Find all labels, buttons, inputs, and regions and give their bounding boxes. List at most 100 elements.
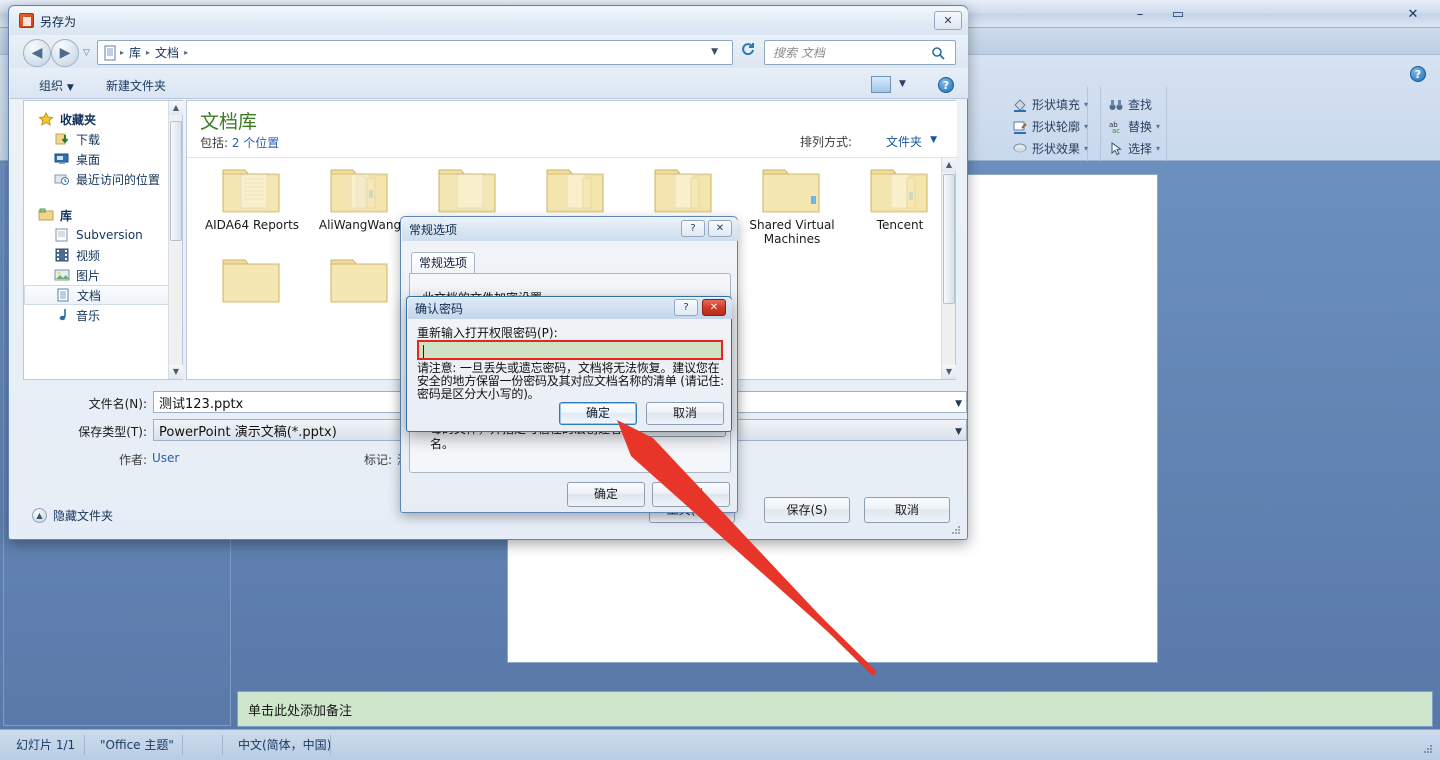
includes-value[interactable]: 2 个位置	[232, 136, 279, 150]
general-options-help-button[interactable]: ?	[681, 220, 705, 237]
arrange-by-caret-icon[interactable]: ▼	[930, 135, 937, 145]
view-mode-caret-icon[interactable]: ▼	[899, 79, 906, 89]
maximize-button[interactable]: ▭	[1163, 6, 1193, 24]
shape-effects-caret-icon[interactable]: ▾	[1084, 144, 1088, 153]
replace-item[interactable]: ab ac 替换 ▾	[1108, 118, 1160, 135]
list-item[interactable]	[523, 162, 629, 218]
sidebar-item-desktop[interactable]: 桌面	[24, 149, 182, 169]
shape-outline-item[interactable]: 形状轮廓 ▾	[1012, 118, 1088, 135]
back-arrow-icon: ◀	[31, 45, 43, 61]
theme-name[interactable]: "Office 主题"	[88, 737, 186, 754]
find-item[interactable]: 查找	[1108, 96, 1152, 113]
save-as-titlebar[interactable]	[10, 7, 968, 35]
nav-group-libraries[interactable]: 库	[24, 205, 182, 225]
list-item[interactable]	[307, 252, 413, 308]
breadcrumb-item-documents[interactable]: 文档	[152, 43, 182, 62]
nav-scroll-down-button[interactable]: ▼	[169, 365, 183, 379]
language-indicator[interactable]: 中文(简体，中国)	[226, 737, 343, 754]
view-mode-icon[interactable]	[871, 76, 891, 93]
sidebar-item-documents[interactable]: 文档	[24, 285, 182, 305]
search-icon[interactable]	[931, 46, 945, 60]
powerpoint-statusbar: 幻灯片 1/1 "Office 主题" 中文(简体，中国) 68% − +	[0, 729, 1440, 760]
list-item[interactable]: AliWangWang	[307, 162, 413, 232]
list-item[interactable]: Shared Virtual Machines	[739, 162, 845, 246]
sidebar-item-recent-places[interactable]: 最近访问的位置	[24, 169, 182, 189]
shape-outline-label: 形状轮廓	[1032, 120, 1081, 134]
file-scrollbar-thumb[interactable]	[943, 174, 955, 304]
organize-button[interactable]: 组织 ▼	[39, 77, 74, 94]
general-options-ok-button[interactable]: 确定	[567, 482, 645, 507]
svg-text:ac: ac	[1112, 127, 1120, 135]
recent-locations-caret-icon[interactable]: ▽	[83, 48, 90, 58]
select-caret-icon[interactable]: ▾	[1156, 144, 1160, 153]
save-button[interactable]: 保存(S)	[764, 497, 850, 523]
list-item[interactable]	[199, 252, 305, 308]
search-box[interactable]	[764, 40, 956, 65]
organize-caret-icon[interactable]: ▼	[67, 83, 74, 93]
filetype-label: 保存类型(T):	[78, 425, 147, 439]
confirm-password-help-button[interactable]: ?	[674, 299, 698, 316]
save-as-close-button[interactable]: ✕	[934, 11, 962, 30]
breadcrumb[interactable]: ▸ 库 ▸ 文档 ▸ ▼	[97, 40, 733, 65]
list-item[interactable]: AIDA64 Reports	[199, 162, 305, 232]
nav-scrollbar-thumb[interactable]	[170, 121, 182, 241]
nav-scroll-up-button[interactable]: ▲	[169, 101, 183, 115]
shape-outline-caret-icon[interactable]: ▾	[1084, 122, 1088, 131]
breadcrumb-separator-1[interactable]: ▸	[146, 48, 150, 57]
pane-help-icon[interactable]: ?	[938, 77, 954, 93]
sidebar-item-subversion[interactable]: Subversion	[24, 225, 182, 245]
file-scroll-down-button[interactable]: ▼	[942, 365, 956, 379]
close-button[interactable]: ✕	[1398, 6, 1428, 24]
list-item[interactable]: Tencent	[847, 162, 953, 232]
minimize-button[interactable]: –	[1125, 6, 1155, 24]
help-icon[interactable]: ?	[1410, 66, 1426, 82]
refresh-icon[interactable]	[736, 40, 760, 65]
navigation-pane-scrollbar[interactable]: ▲ ▼	[168, 101, 183, 379]
forward-button[interactable]: ▶	[51, 39, 79, 67]
hide-folders-toggle[interactable]: ▲ 隐藏文件夹	[32, 507, 113, 524]
window-resize-grip[interactable]	[1422, 743, 1434, 755]
file-pane-scrollbar[interactable]: ▲ ▼	[941, 158, 956, 379]
video-icon	[54, 248, 70, 262]
breadcrumb-separator-2[interactable]: ▸	[184, 48, 188, 57]
paint-bucket-icon	[1012, 97, 1028, 113]
sidebar-item-pictures[interactable]: 图片	[24, 265, 182, 285]
arrange-by-value[interactable]: 文件夹	[886, 133, 922, 150]
confirm-password-ok-button[interactable]: 确定	[559, 402, 637, 425]
replace-caret-icon[interactable]: ▾	[1156, 122, 1160, 131]
list-item[interactable]	[631, 162, 737, 218]
file-scroll-up-button[interactable]: ▲	[942, 158, 956, 172]
save-as-resize-grip[interactable]	[950, 524, 962, 536]
search-input[interactable]	[771, 44, 931, 61]
list-item[interactable]	[415, 162, 521, 218]
sidebar-item-music[interactable]: 音乐	[24, 305, 182, 325]
breadcrumb-separator-0[interactable]: ▸	[120, 48, 124, 57]
select-item[interactable]: 选择 ▾	[1108, 140, 1160, 157]
tab-general-options[interactable]: 常规选项	[411, 252, 475, 274]
breadcrumb-dropdown-caret-icon[interactable]: ▼	[711, 47, 718, 57]
sidebar-item-downloads[interactable]: 下载	[24, 129, 182, 149]
sidebar-item-videos[interactable]: 视频	[24, 245, 182, 265]
back-button[interactable]: ◀	[23, 39, 51, 67]
shape-fill-caret-icon[interactable]: ▾	[1084, 100, 1088, 109]
author-value[interactable]: User	[152, 451, 179, 465]
notes-pane[interactable]: 单击此处添加备注	[237, 691, 1433, 727]
shape-fill-item[interactable]: 形状填充 ▾	[1012, 96, 1088, 113]
cursor-arrow-icon	[1108, 141, 1124, 157]
general-options-cancel-button[interactable]: 取消	[652, 482, 730, 507]
filename-caret-icon[interactable]: ▼	[955, 399, 962, 409]
password-input[interactable]	[417, 340, 723, 360]
cancel-button[interactable]: 取消	[864, 497, 950, 523]
breadcrumb-item-library[interactable]: 库	[126, 43, 144, 62]
forward-arrow-icon: ▶	[59, 45, 71, 61]
nav-group-favorites[interactable]: 收藏夹	[24, 109, 182, 129]
replace-abc-icon: ab ac	[1108, 119, 1124, 135]
shape-effects-item[interactable]: 形状效果 ▾	[1012, 140, 1088, 157]
filetype-caret-icon[interactable]: ▼	[955, 427, 962, 437]
confirm-password-cancel-button[interactable]: 取消	[646, 402, 724, 425]
confirm-password-close-button[interactable]: ✕	[702, 299, 726, 316]
text-caret	[423, 345, 424, 358]
new-folder-button[interactable]: 新建文件夹	[106, 77, 166, 94]
navigation-pane[interactable]: 收藏夹 下载 桌面 最近访问的位置 库 Subversion 视频 图片 文档 …	[23, 100, 183, 380]
general-options-close-button[interactable]: ✕	[708, 220, 732, 237]
